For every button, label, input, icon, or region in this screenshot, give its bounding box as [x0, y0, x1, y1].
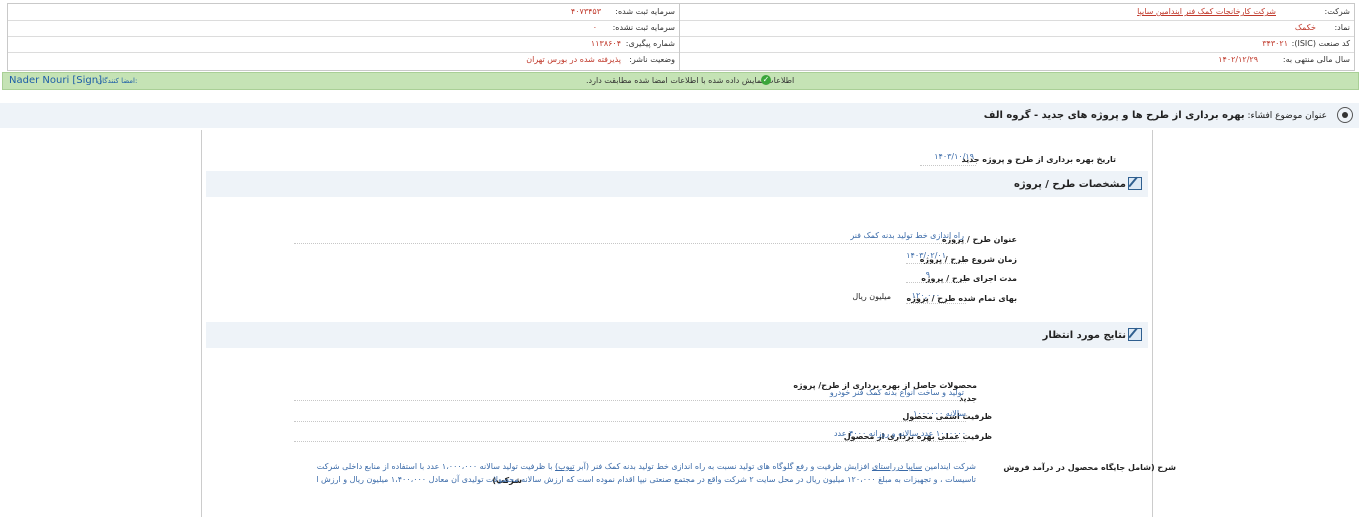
subject-label: عنوان موضوع افشاء: — [1247, 111, 1327, 121]
description-line-1-part-b: افزایش ظرفیت و رفع گلوگاه های تولید نسبت… — [577, 462, 870, 471]
info-right-column: شرکت: شرکت کارخانجات کمک فنر ایندامین سا… — [679, 4, 1354, 70]
description-line-1-part-c: با ظرفیت تولید سالانه ۱،۰۰۰،۰۰۰ عدد با ا… — [316, 462, 553, 471]
target-icon — [1337, 107, 1353, 123]
start-underline — [906, 263, 966, 264]
duration-underline — [906, 282, 966, 283]
operation-date-label: تاریخ بهره برداری از طرح و پروژه جدید — [961, 155, 1116, 164]
tracking-row: شماره پیگیری: ۱۱۳۸۶۰۴ — [8, 36, 679, 53]
description-link-tube[interactable]: تیوب) — [555, 462, 574, 471]
nominal-capacity-value: سالانه ۱۰۰۰۰۰۰ — [913, 409, 966, 418]
info-left-column: سرمایه ثبت شده: ۴۰۷۳۴۵۳ سرمایه ثبت نشده:… — [8, 4, 679, 70]
signature-bar: Nader Nouri [Sign] امضا کنندگان: اطلاعات… — [2, 72, 1359, 90]
description-line-1-part-a: شرکت ایندامین — [924, 462, 976, 471]
publisher-status-row: وضعیت ناشر: پذیرفته شده در بورس تهران — [8, 52, 679, 68]
company-label: شرکت: — [1324, 7, 1350, 16]
fiscal-value: ۱۴۰۲/۱۲/۲۹ — [1218, 55, 1258, 64]
unregistered-capital-label: سرمایه ثبت نشده: — [612, 23, 675, 32]
symbol-label: نماد: — [1334, 23, 1350, 32]
description-line-1: شرکت ایندامین سایپا درراستای افزایش ظرفی… — [316, 460, 976, 473]
section-expected-results: نتایج مورد انتظار — [206, 322, 1148, 348]
cost-unit: میلیون ریال — [852, 292, 891, 301]
company-row: شرکت: شرکت کارخانجات کمک فنر ایندامین سا… — [680, 4, 1354, 21]
edit-note-icon — [1128, 328, 1142, 341]
isic-row: کد صنعت (ISIC): ۳۴۳۰۲۱ — [680, 36, 1354, 53]
fiscal-row: سال مالی منتهی به: ۱۴۰۲/۱۲/۲۹ — [680, 52, 1354, 68]
publisher-status-value: پذیرفته شده در بورس تهران — [526, 55, 621, 64]
fiscal-label: سال مالی منتهی به: — [1282, 55, 1350, 64]
tracking-label: شماره پیگیری: — [625, 39, 675, 48]
publisher-status-label: وضعیت ناشر: — [629, 55, 675, 64]
unregistered-capital-value: ۰ — [592, 23, 597, 32]
signers-label: امضا کنندگان: — [97, 77, 138, 85]
subject-text: عنوان موضوع افشاء: بهره برداری از طرح ها… — [984, 110, 1327, 121]
operation-date-underline — [920, 165, 976, 166]
symbol-row: نماد: خکمک — [680, 20, 1354, 37]
description-line-2: تاسیسات ، و تجهیزات به مبلغ ۱۲۰،۰۰۰ میلی… — [316, 475, 976, 484]
products-value: تولید و ساخت انواع بدنه کمک فنر خودرو — [829, 388, 964, 397]
company-value[interactable]: شرکت کارخانجات کمک فنر ایندامین سایپا — [1137, 7, 1276, 16]
description-text: شرکت ایندامین سایپا درراستای افزایش ظرفی… — [316, 460, 976, 486]
edit-note-icon — [1128, 177, 1142, 190]
project-title-underline — [294, 243, 966, 244]
cost-value: ۱۲۰,۰۰۰ — [911, 291, 940, 300]
registered-capital-label: سرمایه ثبت شده: — [615, 7, 675, 16]
company-info-table: شرکت: شرکت کارخانجات کمک فنر ایندامین سا… — [7, 3, 1355, 71]
practical-capacity-value: ۱۰۰۰۰۰۰ عدد سالانه و روزانه ۴۰۰۰ عدد — [833, 429, 966, 438]
subject-value: بهره برداری از طرح ها و پروژه های جدید -… — [983, 110, 1245, 121]
disclosure-subject-header: عنوان موضوع افشاء: بهره برداری از طرح ها… — [0, 103, 1359, 128]
section-project-specs: مشخصات طرح / پروژه — [206, 171, 1148, 197]
project-title-value: راه اندازی خط تولید بدنه کمک فنر — [850, 231, 964, 240]
section-expected-results-title: نتایج مورد انتظار — [1042, 330, 1126, 341]
practical-capacity-underline — [294, 441, 966, 442]
registered-capital-value: ۴۰۷۳۴۵۳ — [570, 7, 601, 16]
unregistered-capital-row: سرمایه ثبت نشده: ۰ — [8, 20, 679, 37]
products-underline — [294, 400, 966, 401]
description-link-saipa[interactable]: سایپا درراستای — [872, 462, 922, 471]
description-label: شرح (شامل جایگاه محصول در درآمد فروش — [1003, 463, 1176, 472]
check-circle-icon: ✓ — [761, 75, 771, 85]
signer-name[interactable]: Nader Nouri [Sign] — [9, 75, 102, 86]
report-panel: تاریخ بهره برداری از طرح و پروژه جدید ۱۴… — [201, 130, 1176, 517]
nominal-capacity-underline — [294, 421, 966, 422]
section-project-specs-title: مشخصات طرح / پروژه — [1013, 179, 1126, 190]
tracking-value: ۱۱۳۸۶۰۴ — [590, 39, 621, 48]
operation-date-value: ۱۴۰۳/۱۰/۱۹ — [934, 152, 974, 161]
cost-underline — [906, 303, 966, 304]
start-value: ۱۴۰۳/۰۲/۰۱ — [906, 251, 946, 260]
symbol-value[interactable]: خکمک — [1295, 23, 1316, 32]
isic-value: ۳۴۳۰۲۱ — [1262, 39, 1288, 48]
isic-label: کد صنعت (ISIC): — [1291, 39, 1350, 48]
registered-capital-row: سرمایه ثبت شده: ۴۰۷۳۴۵۳ — [8, 4, 679, 21]
duration-value: ۹ — [925, 270, 930, 279]
